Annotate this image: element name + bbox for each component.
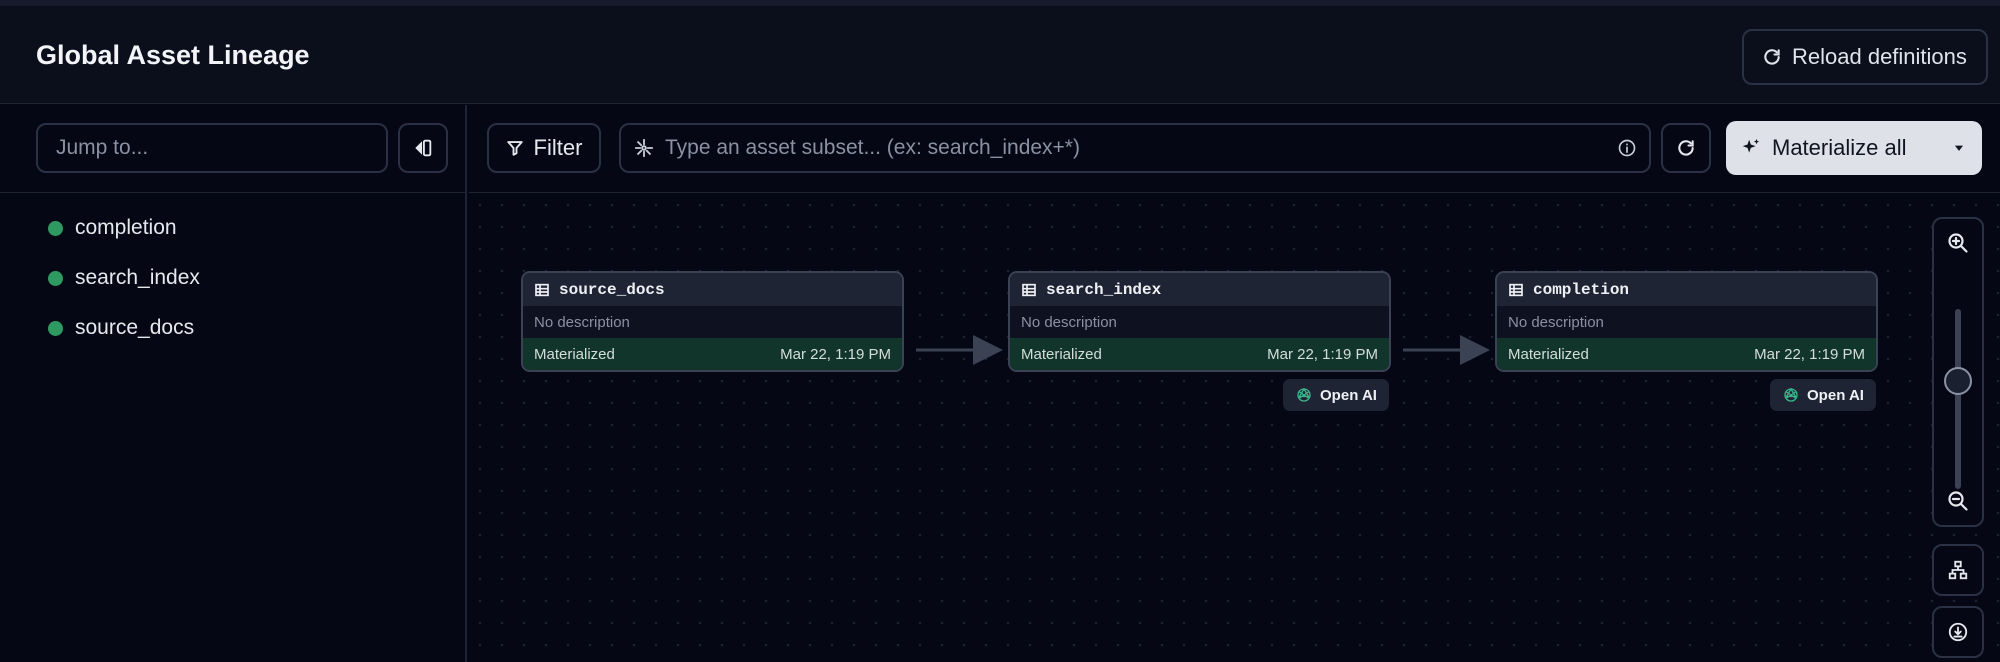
node-timestamp: Mar 22, 1:19 PM (780, 345, 891, 363)
layout-button[interactable] (1932, 544, 1984, 596)
status-dot (48, 270, 63, 286)
zoom-slider-thumb[interactable] (1944, 367, 1972, 395)
openai-icon (1784, 387, 1798, 402)
lineage-graph-canvas[interactable]: source_docs No description Materialized … (469, 194, 2000, 662)
table-icon (535, 283, 549, 296)
compute-kind-tag: Open AI (1283, 379, 1389, 411)
node-status-row: Materialized Mar 22, 1:19 PM (1497, 338, 1876, 370)
materialize-all-button: Materialize all (1726, 121, 1982, 175)
reload-definitions-label: Reload definitions (1792, 44, 1967, 69)
openai-icon (1297, 387, 1311, 402)
info-icon[interactable] (1605, 138, 1649, 158)
zoom-in-button[interactable] (1934, 219, 1982, 267)
list-item[interactable]: search_index (48, 253, 200, 303)
asset-selection-icon (634, 138, 654, 158)
graph-edges (916, 335, 1490, 365)
zoom-out-icon (1948, 491, 1968, 511)
materialize-options-dropdown[interactable] (1936, 121, 1982, 175)
compute-kind-tag: Open AI (1770, 379, 1876, 411)
asset-subset-input[interactable] (665, 136, 1595, 160)
status-dot (48, 320, 63, 336)
page-title: Global Asset Lineage (36, 40, 310, 70)
sidebar-search-bar (0, 105, 465, 193)
zoom-slider-track[interactable] (1955, 309, 1961, 489)
node-status: Materialized (1508, 345, 1589, 363)
table-icon (1022, 283, 1036, 296)
node-title: completion (1533, 280, 1630, 299)
zoom-in-icon (1948, 233, 1968, 253)
page-header: Global Asset Lineage Reload definitions (0, 6, 2000, 104)
jump-to-input[interactable] (36, 123, 388, 173)
hierarchy-icon (1948, 560, 1968, 580)
asset-name: completion (75, 216, 177, 239)
list-item[interactable]: source_docs (48, 303, 200, 353)
filter-label: Filter (533, 135, 583, 160)
table-icon (1509, 283, 1523, 296)
filter-button[interactable]: Filter (487, 123, 601, 173)
node-status-row: Materialized Mar 22, 1:19 PM (523, 338, 902, 370)
node-status: Materialized (1021, 345, 1102, 363)
graph-toolbar: Filter Materialize all (469, 105, 2000, 193)
asset-node-completion[interactable]: completion No description Materialized M… (1495, 271, 1878, 372)
refresh-icon (1678, 140, 1694, 156)
zoom-controls (1932, 217, 1984, 527)
materialize-all-label: Materialize all (1772, 135, 1907, 160)
asset-name: search_index (75, 266, 200, 289)
node-timestamp: Mar 22, 1:19 PM (1267, 345, 1378, 363)
node-description: No description (523, 306, 902, 338)
node-title: source_docs (559, 280, 665, 299)
zoom-out-button[interactable] (1934, 477, 1982, 525)
node-title: search_index (1046, 280, 1162, 299)
filter-icon (506, 141, 523, 156)
refresh-graph-button[interactable] (1661, 123, 1711, 173)
collapse-sidebar-button[interactable] (398, 123, 448, 173)
sparkle-icon (1742, 138, 1760, 153)
asset-name: source_docs (75, 316, 195, 339)
compute-kind-label: Open AI (1807, 386, 1864, 404)
asset-list: completion search_index source_docs (48, 203, 200, 353)
asset-subset-search (619, 123, 1651, 173)
materialize-all-main[interactable]: Materialize all (1726, 121, 1936, 175)
reload-definitions-button[interactable]: Reload definitions (1742, 29, 1988, 85)
list-item[interactable]: completion (48, 203, 200, 253)
asset-node-source-docs[interactable]: source_docs No description Materialized … (521, 271, 904, 372)
caret-down-icon (1954, 145, 1964, 151)
node-timestamp: Mar 22, 1:19 PM (1754, 345, 1865, 363)
node-header: source_docs (523, 273, 902, 306)
compute-kind-label: Open AI (1320, 386, 1377, 404)
node-header: search_index (1010, 273, 1389, 306)
download-button[interactable] (1932, 606, 1984, 658)
collapse-panel-icon (415, 139, 432, 157)
node-header: completion (1497, 273, 1876, 306)
asset-sidebar: completion search_index source_docs (0, 105, 467, 662)
node-status: Materialized (534, 345, 615, 363)
node-status-row: Materialized Mar 22, 1:19 PM (1010, 338, 1389, 370)
node-description: No description (1010, 306, 1389, 338)
status-dot (48, 220, 63, 236)
download-icon (1948, 622, 1968, 642)
refresh-icon (1764, 49, 1780, 65)
node-description: No description (1497, 306, 1876, 338)
asset-node-search-index[interactable]: search_index No description Materialized… (1008, 271, 1391, 372)
